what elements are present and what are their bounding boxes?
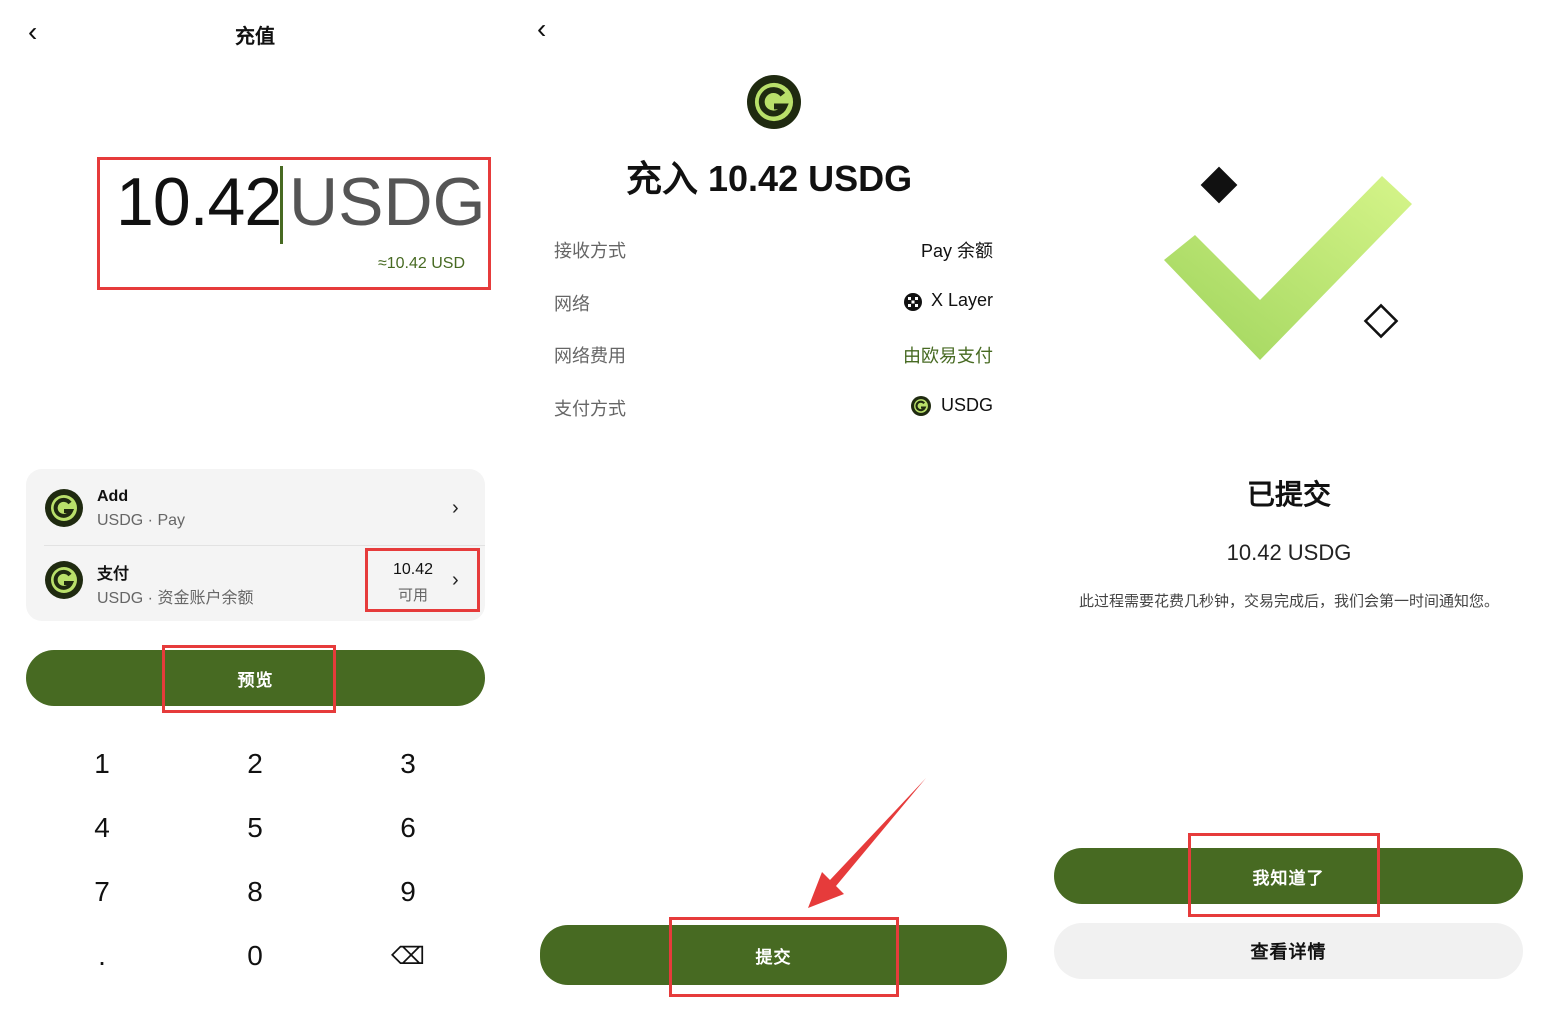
network-value: X Layer [930, 290, 993, 310]
view-details-button[interactable]: 查看详情 [1054, 923, 1523, 979]
key-7[interactable]: 7 [72, 876, 132, 908]
payment-method-value: USDG [940, 395, 993, 415]
payment-method-label: 支付方式 [554, 399, 626, 419]
key-6[interactable]: 6 [378, 812, 438, 844]
got-it-button[interactable]: 我知道了 [1054, 848, 1523, 904]
back-icon[interactable]: ‹ [537, 15, 546, 43]
key-2[interactable]: 2 [225, 748, 285, 780]
key-5[interactable]: 5 [225, 812, 285, 844]
amount-value[interactable]: 10.42 [116, 168, 282, 236]
add-row-subtitle: USDG · Pay [97, 512, 186, 529]
key-9[interactable]: 9 [378, 876, 438, 908]
pay-balance-label: 可用 [397, 587, 428, 604]
network-fee-label: 网络费用 [554, 346, 626, 366]
deposit-title: 充入 10.42 USDG [626, 158, 913, 199]
amount-unit: USDG [289, 164, 486, 240]
text-cursor [280, 166, 283, 244]
usdg-coin-icon [747, 75, 801, 129]
usdg-coin-icon [45, 561, 83, 599]
key-3[interactable]: 3 [378, 748, 438, 780]
network-fee-value: 由欧易支付 [903, 346, 993, 366]
backspace-icon[interactable]: ⌫ [378, 942, 438, 971]
preview-button[interactable]: 预览 [26, 650, 485, 706]
usdg-coin-icon [45, 489, 83, 527]
key-1[interactable]: 1 [72, 748, 132, 780]
pay-balance: 10.42 [392, 561, 434, 578]
network-label: 网络 [554, 294, 590, 314]
submitted-amount: 10.42 USDG [1226, 540, 1352, 565]
key-dot[interactable]: . [72, 940, 132, 972]
submit-button[interactable]: 提交 [540, 925, 1007, 985]
pay-row-subtitle: USDG · 资金账户余额 [97, 590, 254, 607]
pay-row-title[interactable]: 支付 [97, 560, 129, 584]
key-0[interactable]: 0 [225, 940, 285, 972]
key-8[interactable]: 8 [225, 876, 285, 908]
submitted-note: 此过程需要花费几秒钟，交易完成后，我们会第一时间通知您。 [1078, 593, 1499, 610]
receive-method-label: 接收方式 [554, 241, 626, 261]
success-checkmark-icon [1164, 166, 1412, 360]
back-icon[interactable]: ‹ [28, 18, 37, 46]
divider [44, 545, 485, 546]
page-title: 充值 [235, 26, 275, 48]
receive-method-value: Pay 余额 [920, 241, 993, 261]
key-4[interactable]: 4 [72, 812, 132, 844]
approx-usd: ≈10.42 USD [377, 255, 465, 272]
submitted-title: 已提交 [1246, 479, 1331, 510]
arrow-icon [808, 778, 926, 908]
add-row-title[interactable]: Add [97, 488, 128, 506]
pay-row-chevron-icon[interactable]: › [452, 569, 459, 592]
add-row-chevron-icon[interactable]: › [452, 497, 459, 520]
